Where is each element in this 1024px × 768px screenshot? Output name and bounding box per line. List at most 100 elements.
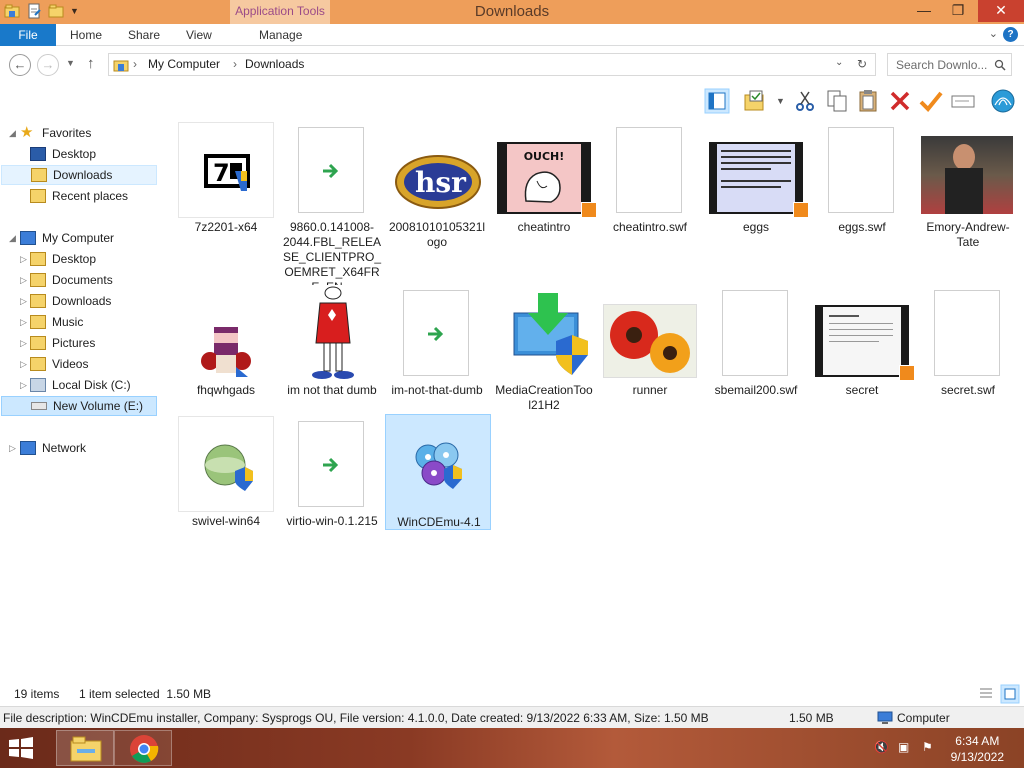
file-name: WinCDEmu-4.1 (397, 515, 481, 529)
file-item[interactable]: swivel-win64 (176, 416, 276, 536)
file-item[interactable]: 7 7z2201-x64 (176, 122, 276, 242)
minimize-button[interactable]: — (908, 0, 940, 22)
arrow-icon (323, 457, 339, 473)
file-item[interactable]: runner (600, 285, 700, 405)
volume-muted-icon[interactable]: 🔇 (874, 740, 890, 756)
nav-pc-downloads[interactable]: Downloads (30, 291, 111, 311)
breadcrumb-separator-icon[interactable]: › (233, 57, 237, 71)
nav-fav-downloads[interactable]: Downloads (1, 165, 157, 185)
nav-pc-pictures[interactable]: Pictures (30, 333, 95, 353)
address-bar[interactable]: › My Computer › Downloads ⌄ ↻ (108, 53, 876, 76)
collapse-computer-icon[interactable]: ◢ (9, 233, 16, 244)
file-item[interactable]: im not that dumb (282, 285, 382, 415)
file-item[interactable]: MediaCreationTool21H2 (494, 285, 594, 415)
thumbnail (496, 285, 592, 381)
large-icons-view-icon[interactable] (1000, 684, 1020, 704)
nav-pc-music[interactable]: Music (30, 312, 83, 332)
windows-start-icon[interactable] (6, 736, 36, 760)
details-view-icon[interactable] (978, 686, 994, 702)
file-name: im-not-that-dumb (391, 383, 483, 397)
preview-pane-icon[interactable] (704, 88, 730, 114)
shell-icon[interactable] (990, 88, 1016, 114)
photo-thumbnail (921, 136, 1013, 214)
expand-icon[interactable]: ▷ (20, 338, 27, 349)
options-dropdown-icon[interactable]: ▼ (776, 96, 785, 106)
nav-fav-desktop[interactable]: Desktop (30, 144, 96, 164)
up-arrow-icon[interactable]: ↑ (87, 55, 95, 72)
tab-file[interactable]: File (0, 24, 56, 46)
address-dropdown-icon[interactable]: ⌄ (835, 57, 843, 68)
file-item[interactable]: secret.swf (918, 285, 1018, 405)
flower-photo-thumbnail (603, 304, 697, 378)
expand-icon[interactable]: ▷ (20, 254, 27, 265)
expand-icon[interactable]: ▷ (20, 317, 27, 328)
nav-favorites[interactable]: ★ Favorites (20, 123, 91, 143)
network-tray-icon[interactable]: ▣ (898, 740, 914, 756)
tab-view[interactable]: View (186, 24, 212, 46)
file-item[interactable]: sbemail200.swf (706, 285, 806, 405)
file-item[interactable]: virtio-win-0.1.215 (282, 416, 382, 536)
nav-pc-local-disk[interactable]: Local Disk (C:) (30, 375, 131, 395)
file-name: 9860.0.141008-2044.FBL_RELEASE_CLIENTPRO… (282, 220, 382, 294)
search-icon[interactable] (994, 59, 1006, 71)
swf-file-icon (828, 127, 894, 213)
search-placeholder: Search Downlo... (896, 58, 988, 72)
file-item-selected[interactable]: WinCDEmu-4.1 (385, 414, 491, 530)
file-item[interactable]: fhqwhgads (176, 285, 276, 405)
collapse-favorites-icon[interactable]: ◢ (9, 128, 16, 139)
file-item[interactable]: hsr 20081010105321logo (387, 122, 487, 252)
file-name: 7z2201-x64 (194, 220, 258, 234)
file-item[interactable]: OUCH! cheatintro (494, 122, 597, 242)
rename-icon[interactable] (950, 88, 976, 114)
breadcrumb-my-computer[interactable]: My Computer (148, 57, 220, 71)
refresh-icon[interactable]: ↻ (857, 57, 867, 71)
nav-my-computer[interactable]: My Computer (20, 228, 114, 248)
tab-share[interactable]: Share (128, 24, 160, 46)
file-item[interactable]: Emory-Andrew-Tate (918, 122, 1018, 252)
expand-icon[interactable]: ▷ (20, 275, 27, 286)
cut-icon[interactable] (792, 88, 818, 114)
file-item[interactable]: cheatintro.swf (600, 122, 700, 242)
search-box[interactable]: Search Downlo... (887, 53, 1012, 76)
nav-network[interactable]: Network (20, 438, 86, 458)
file-item[interactable]: 9860.0.141008-2044.FBL_RELEASE_CLIENTPRO… (282, 122, 382, 294)
delete-icon[interactable] (887, 88, 913, 114)
mp4-file-icon (403, 290, 469, 376)
expand-network-icon[interactable]: ▷ (9, 443, 16, 454)
nav-fav-recent[interactable]: Recent places (30, 186, 128, 206)
file-item[interactable]: eggs.swf (812, 122, 912, 242)
file-item[interactable]: eggs (706, 122, 809, 242)
help-icon[interactable]: ? (1003, 27, 1018, 42)
thumbnail (284, 285, 380, 381)
back-button[interactable]: ← (9, 54, 31, 76)
file-item[interactable]: secret (812, 285, 915, 405)
nav-pc-desktop[interactable]: Desktop (30, 249, 96, 269)
expand-ribbon-icon[interactable]: ⌄ (989, 27, 998, 40)
copy-icon[interactable] (824, 88, 850, 114)
checkmark-icon[interactable] (918, 88, 944, 114)
expand-icon[interactable]: ▷ (20, 380, 27, 391)
tab-manage[interactable]: Manage (259, 24, 302, 46)
nav-pc-documents[interactable]: Documents (30, 270, 113, 290)
breadcrumb-downloads[interactable]: Downloads (245, 57, 304, 71)
flowers-image (604, 305, 696, 377)
paste-icon[interactable] (856, 88, 882, 114)
drive-icon (31, 402, 47, 410)
tab-home[interactable]: Home (70, 24, 102, 46)
close-button[interactable]: ✕ (978, 0, 1024, 22)
maximize-button[interactable]: ❐ (942, 0, 974, 22)
folder-options-icon[interactable] (742, 88, 768, 114)
file-item[interactable]: im-not-that-dumb (387, 285, 487, 415)
expand-icon[interactable]: ▷ (20, 359, 27, 370)
forward-button[interactable]: → (37, 54, 59, 76)
chrome-taskbar-button[interactable] (114, 730, 172, 766)
nav-pc-videos[interactable]: Videos (30, 354, 88, 374)
system-clock[interactable]: 6:34 AM 9/13/2022 (951, 733, 1004, 765)
file-explorer-taskbar-button[interactable] (56, 730, 114, 766)
folder-location-icon (113, 60, 129, 72)
recent-locations-icon[interactable]: ▼ (66, 58, 75, 68)
expand-icon[interactable]: ▷ (20, 296, 27, 307)
action-center-flag-icon[interactable]: ⚑ (922, 740, 938, 756)
nav-pc-new-volume[interactable]: New Volume (E:) (1, 396, 157, 416)
breadcrumb-separator-icon[interactable]: › (133, 57, 137, 71)
